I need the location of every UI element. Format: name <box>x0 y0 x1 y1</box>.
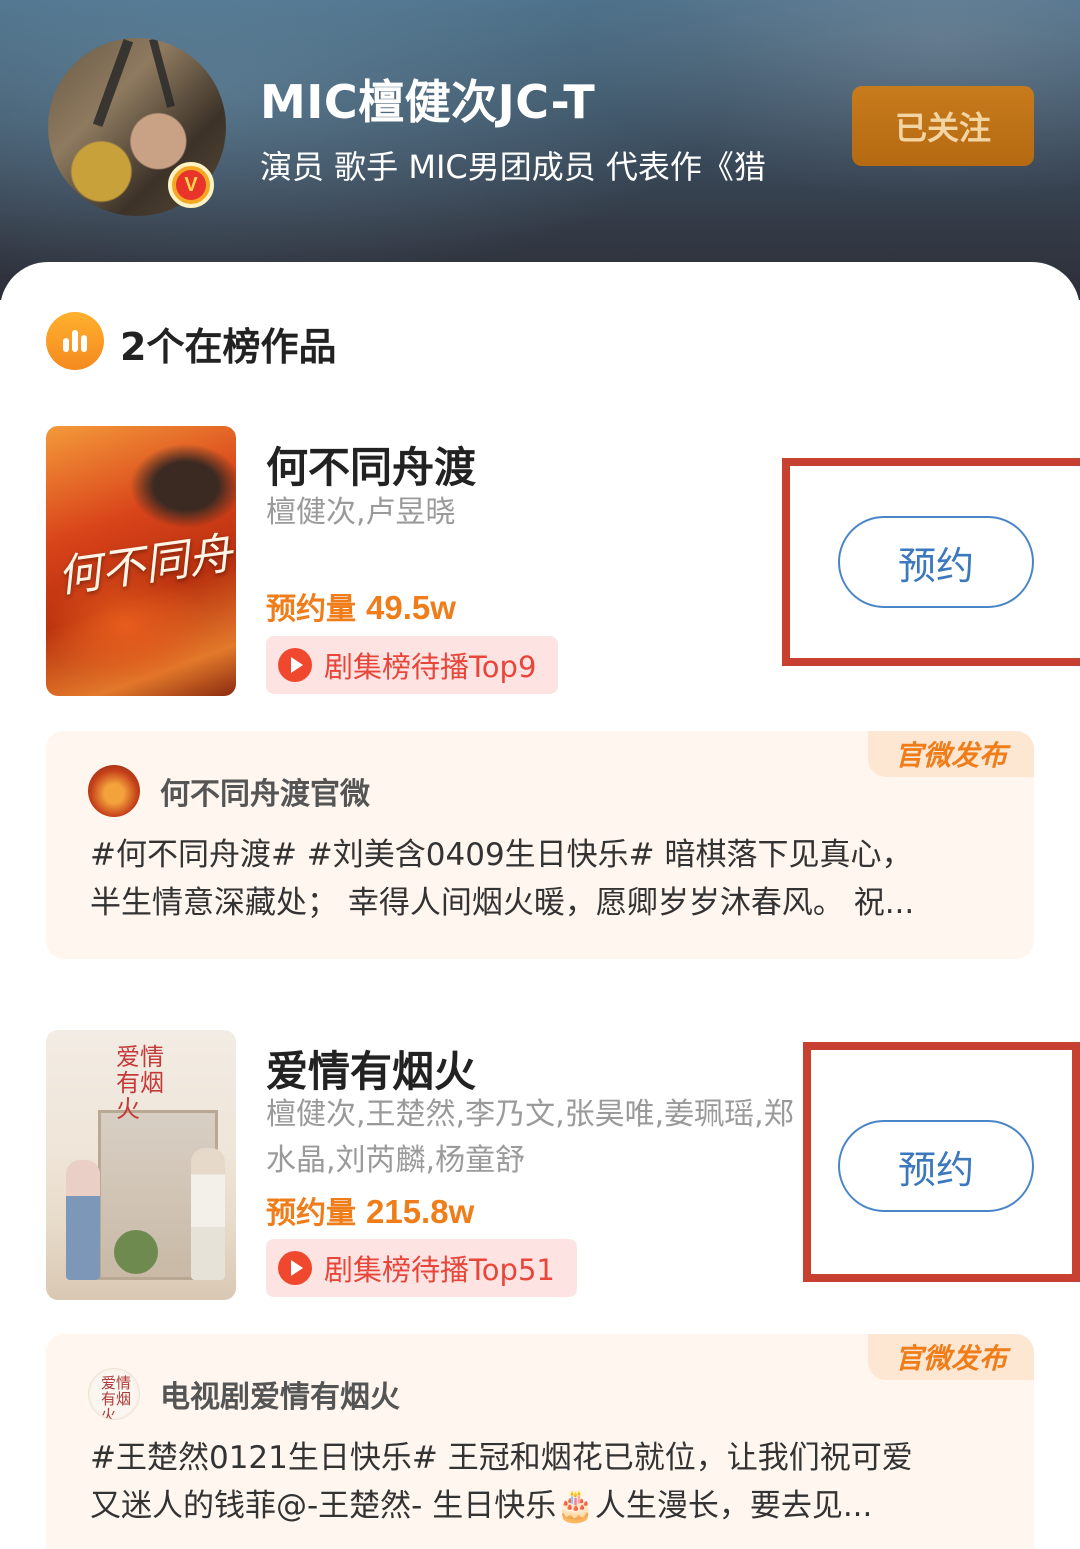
work-cast-line: 水晶,刘芮麟,杨童舒 <box>266 1143 526 1178</box>
post-text-line: 半生情意深藏处； 幸得人间烟火暖，愿卿岁岁沐春风。 祝... <box>90 885 915 921</box>
rank-tag[interactable]: 剧集榜待播Top9 <box>266 636 559 694</box>
play-icon <box>278 1251 312 1285</box>
reserve-button[interactable]: 预约 <box>838 516 1034 608</box>
bar-chart-icon <box>46 312 104 370</box>
post-author-avatar[interactable]: 爱情有烟火 <box>88 1368 140 1420</box>
reserve-count: 预约量 49.5w <box>266 584 456 628</box>
reserve-count-label: 预约量 <box>266 1196 356 1231</box>
reserve-count-label: 预约量 <box>266 592 356 627</box>
rank-tag-label: 剧集榜待播Top51 <box>324 1253 555 1287</box>
profile-name[interactable]: MIC檀健次JC-T <box>260 66 595 132</box>
poster-title-art: 何不同舟渡 <box>54 521 236 604</box>
post-text-line: 又迷人的钱菲@-王楚然- 生日快乐🎂人生漫长，要去见... <box>90 1488 873 1524</box>
poster-plant <box>114 1230 158 1274</box>
post-text: #王楚然0121生日快乐# 王冠和烟花已就位，让我们祝可爱 又迷人的钱菲@-王楚… <box>90 1434 1000 1530</box>
post-text: #何不同舟渡# #刘美含0409生日快乐# 暗棋落下见真心， 半生情意深藏处； … <box>90 831 1000 927</box>
profile-description: 演员 歌手 MIC男团成员 代表作《猎 <box>260 148 766 186</box>
rank-tag-label: 剧集榜待播Top9 <box>324 650 537 684</box>
work-cast: 檀健次,卢昱晓 <box>266 495 456 530</box>
post-author-avatar[interactable] <box>88 765 140 817</box>
poster-figure <box>191 1148 225 1280</box>
rank-tag[interactable]: 剧集榜待播Top51 <box>266 1239 577 1297</box>
official-post-tag: 官微发布 <box>868 731 1034 777</box>
verified-badge-icon: V <box>168 162 214 208</box>
work-title[interactable]: 何不同舟渡 <box>266 434 476 495</box>
section-title: 2个在榜作品 <box>120 325 337 369</box>
post-text-line: #何不同舟渡# #刘美含0409生日快乐# 暗棋落下见真心， <box>90 837 913 873</box>
official-post-tag: 官微发布 <box>868 1334 1034 1380</box>
reserve-button[interactable]: 预约 <box>838 1120 1034 1212</box>
official-post-card[interactable]: 官微发布 爱情有烟火 电视剧爱情有烟火 #王楚然0121生日快乐# 王冠和烟花已… <box>46 1334 1034 1549</box>
reserve-count-value: 215.8w <box>366 1193 475 1230</box>
verified-badge-letter: V <box>176 170 206 200</box>
work-poster[interactable]: 何不同舟渡 <box>46 426 236 696</box>
follow-button[interactable]: 已关注 <box>852 86 1034 166</box>
post-author-name[interactable]: 电视剧爱情有烟火 <box>160 1372 400 1416</box>
official-post-card[interactable]: 官微发布 何不同舟渡官微 #何不同舟渡# #刘美含0409生日快乐# 暗棋落下见… <box>46 731 1034 959</box>
post-author-name[interactable]: 何不同舟渡官微 <box>160 769 370 813</box>
post-text-line: #王楚然0121生日快乐# 王冠和烟花已就位，让我们祝可爱 <box>90 1440 913 1476</box>
work-cast-line: 檀健次,王楚然,李乃文,张昊唯,姜珮瑶,郑 <box>266 1097 794 1132</box>
poster-figure <box>66 1160 100 1280</box>
work-poster[interactable]: 爱情有烟火 <box>46 1030 236 1300</box>
reserve-count-value: 49.5w <box>366 589 456 626</box>
post-author-avatar-text: 爱情有烟火 <box>101 1374 132 1420</box>
work-title[interactable]: 爱情有烟火 <box>266 1038 476 1099</box>
work-cast: 檀健次,王楚然,李乃文,张昊唯,姜珮瑶,郑 水晶,刘芮麟,杨童舒 <box>266 1092 806 1184</box>
play-icon <box>278 648 312 682</box>
poster-title-art: 爱情有烟火 <box>116 1043 164 1123</box>
reserve-count: 预约量 215.8w <box>266 1188 474 1232</box>
